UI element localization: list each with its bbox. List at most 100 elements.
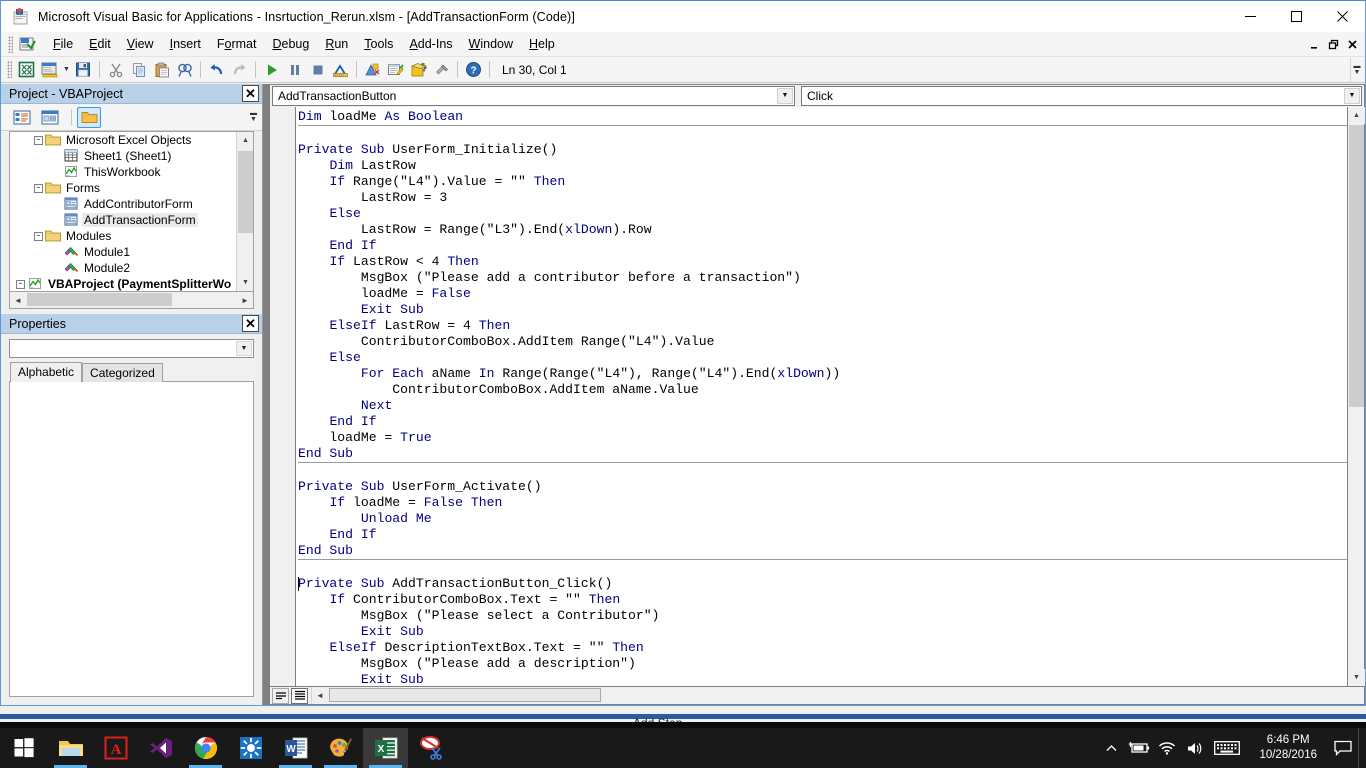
menu-item-tools[interactable]: Tools [356,34,401,54]
menu-item-addins[interactable]: Add-Ins [401,34,460,54]
code-line[interactable]: ContributorComboBox.AddItem Range("L4").… [298,334,1347,350]
show-desktop-button[interactable] [1358,728,1366,768]
tree-item[interactable]: AddContributorForm [10,196,236,212]
menu-item-help[interactable]: Help [521,34,563,54]
tree-scroll-up-icon[interactable]: ▲ [237,132,253,149]
full-module-view-icon[interactable] [291,687,308,704]
mdi-close-button[interactable] [1344,36,1361,53]
vba-control-icon[interactable] [17,35,38,54]
menu-item-edit[interactable]: Edit [81,34,119,54]
view-excel-icon[interactable] [15,59,38,81]
start-button[interactable] [0,728,48,768]
microsoft-word-icon[interactable]: W [273,728,318,768]
properties-window-icon[interactable] [384,59,407,81]
object-dropdown[interactable]: AddTransactionButton ▼ [272,85,795,106]
tree-hscroll-left-icon[interactable]: ◄ [10,293,26,308]
file-explorer-icon[interactable] [48,728,93,768]
code-line[interactable]: LastRow = Range("L3").End(xlDown).Row [298,222,1347,238]
toolbar-overflow-button[interactable]: ▬ ▼ [1350,58,1363,82]
cut-icon[interactable] [104,59,127,81]
maximize-button[interactable] [1273,1,1319,32]
code-scroll-down-icon[interactable]: ▼ [1348,669,1365,686]
view-object-icon[interactable] [38,107,62,128]
insert-dropdown-arrow[interactable]: ▼ [61,59,72,81]
code-line[interactable]: Else [298,206,1347,222]
tree-scroll-thumb[interactable] [238,151,253,233]
properties-combo-chevron-down-icon[interactable]: ▼ [236,341,252,356]
code-text-area[interactable]: Dim loadMe As Boolean Private Sub UserFo… [296,107,1347,686]
code-line[interactable]: ElseIf LastRow = 4 Then [298,318,1347,334]
menu-item-window[interactable]: Window [461,34,521,54]
code-line[interactable]: Unload Me [298,511,1347,527]
code-line[interactable]: MsgBox ("Please add a description") [298,656,1347,672]
action-center-icon[interactable] [1328,728,1358,768]
speaker-icon[interactable] [1181,728,1209,768]
show-hidden-icons-icon[interactable] [1097,728,1125,768]
code-horizontal-scrollbar[interactable]: ◄ [311,687,1347,704]
redo-icon[interactable] [228,59,251,81]
code-line[interactable]: LastRow = 3 [298,190,1347,206]
code-line[interactable]: MsgBox ("Please add a contributor before… [298,270,1347,286]
code-line[interactable]: If ContributorComboBox.Text = "" Then [298,592,1347,608]
tree-scroll-down-icon[interactable]: ▼ [237,274,253,291]
visual-studio-icon[interactable] [138,728,183,768]
tree-item[interactable]: - VBAProject (PaymentSplitterWo [10,276,236,291]
project-tree-vertical-scrollbar[interactable]: ▲ ▼ [236,132,253,291]
code-hscroll-thumb[interactable] [329,688,601,702]
break-icon[interactable] [283,59,306,81]
toggle-folders-icon[interactable] [77,106,101,128]
tree-item[interactable]: Module1 [10,244,236,260]
tree-item[interactable]: Sheet1 (Sheet1) [10,148,236,164]
mdi-restore-button[interactable] [1325,36,1342,53]
code-line[interactable]: Exit Sub [298,624,1347,640]
design-mode-icon[interactable] [329,59,352,81]
properties-grid[interactable] [9,381,254,697]
code-line[interactable]: If loadMe = False Then [298,495,1347,511]
menu-item-debug[interactable]: Debug [264,34,317,54]
code-scroll-thumb[interactable] [1349,125,1364,407]
code-line[interactable]: ContributorComboBox.AddItem aName.Value [298,382,1347,398]
tree-item[interactable]: Module2 [10,260,236,276]
google-chrome-icon[interactable] [183,728,228,768]
save-icon[interactable] [72,59,95,81]
object-browser-icon[interactable] [407,59,430,81]
find-icon[interactable] [173,59,196,81]
code-line[interactable]: Exit Sub [298,672,1347,686]
code-line[interactable]: Private Sub AddTransactionButton_Click() [298,576,1347,592]
procedure-view-icon[interactable] [272,687,289,704]
reset-icon[interactable] [306,59,329,81]
properties-panel-close-icon[interactable]: ✕ [242,315,259,332]
help-icon[interactable]: ? [462,59,485,81]
code-line[interactable]: End If [298,527,1347,543]
code-scroll-up-icon[interactable]: ▲ [1348,107,1365,124]
project-toolbar-overflow-button[interactable]: ▬ ▼ [247,106,260,128]
tab-categorized[interactable]: Categorized [82,363,163,382]
tree-item[interactable]: AddTransactionForm [10,212,236,228]
code-vertical-scrollbar[interactable]: ▲ ▼ [1347,107,1365,686]
tree-hscroll-right-icon[interactable]: ► [237,293,253,308]
tab-alphabetic[interactable]: Alphabetic [10,362,83,382]
menu-item-insert[interactable]: Insert [162,34,209,54]
code-line[interactable]: ElseIf DescriptionTextBox.Text = "" Then [298,640,1347,656]
insert-userform-icon[interactable] [38,59,61,81]
code-line[interactable]: If Range("L4").Value = "" Then [298,174,1347,190]
minimize-button[interactable] [1227,1,1273,32]
tree-expander-icon[interactable]: - [34,183,43,193]
code-line[interactable]: Exit Sub [298,302,1347,318]
toolbox-icon[interactable] [430,59,453,81]
code-line[interactable]: End If [298,238,1347,254]
menu-item-file[interactable]: File [45,34,81,54]
code-line[interactable]: Private Sub UserForm_Activate() [298,479,1347,495]
menu-item-run[interactable]: Run [317,34,356,54]
code-line[interactable]: loadMe = False [298,286,1347,302]
toolbar-grip[interactable] [7,61,12,78]
code-line[interactable] [298,126,1347,142]
code-line[interactable]: If LastRow < 4 Then [298,254,1347,270]
view-code-icon[interactable] [10,107,34,128]
microsoft-excel-icon[interactable]: X [363,728,408,768]
tree-item[interactable]: - Forms [10,180,236,196]
touch-keyboard-icon[interactable] [1209,728,1245,768]
tree-hscroll-thumb[interactable] [27,293,172,306]
code-line[interactable]: Next [298,398,1347,414]
project-tree-horizontal-scrollbar[interactable]: ◄ ► [9,292,254,309]
